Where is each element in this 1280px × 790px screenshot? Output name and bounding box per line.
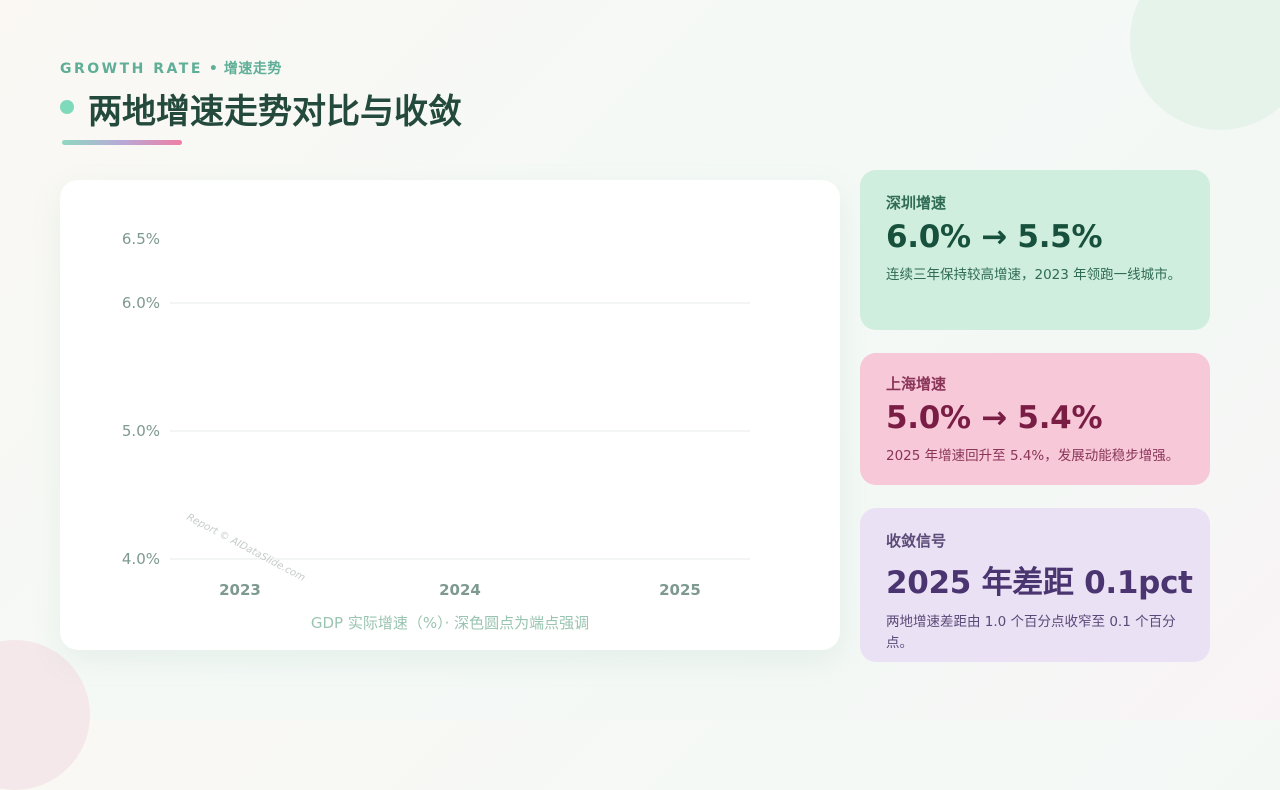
- card-shenzhen-growth: 深圳增速 6.0% → 5.5% 连续三年保持较高增速，2023 年领跑一线城市…: [860, 170, 1210, 330]
- x-tick-label: 2023: [219, 581, 261, 599]
- card-label: 上海增速: [886, 375, 947, 393]
- grid-layer: [170, 302, 750, 560]
- card-description: 连续三年保持较高增速，2023 年领跑一线城市。: [886, 267, 1182, 283]
- eyebrow-en: GROWTH RATE: [60, 61, 203, 77]
- card-convergence-signal: 收敛信号 2025 年差距 0.1pct 两地增速差距由 1.0 个百分点收窄至…: [860, 508, 1210, 662]
- card-value: 5.0% → 5.4%: [886, 400, 1103, 436]
- x-axis-ticks: 2023 2024 2025: [219, 581, 701, 599]
- eyebrow-cn: 增速走势: [223, 61, 282, 77]
- page-title: 两地增速走势对比与收敛: [88, 92, 462, 132]
- y-axis-ticks: 6.5% 6.0% 5.0% 4.0%: [122, 230, 160, 568]
- card-shanghai-growth: 上海增速 5.0% → 5.4% 2025 年增速回升至 5.4%，发展动能稳步…: [860, 353, 1210, 485]
- y-tick-label: 6.5%: [122, 230, 160, 248]
- y-tick-label: 6.0%: [122, 294, 160, 312]
- decorative-circle-bottom-left: [0, 640, 90, 790]
- x-tick-label: 2025: [659, 581, 701, 599]
- decorative-circle-top-right: [1130, 0, 1280, 130]
- title-bullet-dot: [60, 100, 74, 114]
- card-label: 收敛信号: [886, 532, 947, 550]
- card-value: 6.0% → 5.5%: [886, 219, 1103, 255]
- y-tick-label: 4.0%: [122, 550, 160, 568]
- watermark: Report © AIDataSlide.com: [185, 512, 307, 584]
- eyebrow-separator: •: [208, 61, 218, 77]
- x-tick-label: 2024: [439, 581, 481, 599]
- card-description: 两地增速差距由 1.0 个百分点收窄至 0.1 个百分点。: [886, 614, 1176, 651]
- y-tick-label: 5.0%: [122, 422, 160, 440]
- line-chart: 6.5% 6.0% 5.0% 4.0% 2023 2024 2025 Report © A…: [122, 230, 750, 599]
- card-description: 2025 年增速回升至 5.4%，发展动能稳步增强。: [886, 448, 1180, 464]
- title-underline: [62, 140, 182, 145]
- card-label: 深圳增速: [886, 194, 947, 212]
- chart-card: 6.5% 6.0% 5.0% 4.0% 2023 2024 2025 Report © A…: [60, 180, 840, 650]
- card-value: 2025 年差距 0.1pct: [886, 565, 1193, 601]
- eyebrow-label: GROWTH RATE • 增速走势: [60, 58, 282, 78]
- chart-caption: GDP 实际增速（%）· 深色圆点为端点强调: [310, 614, 590, 632]
